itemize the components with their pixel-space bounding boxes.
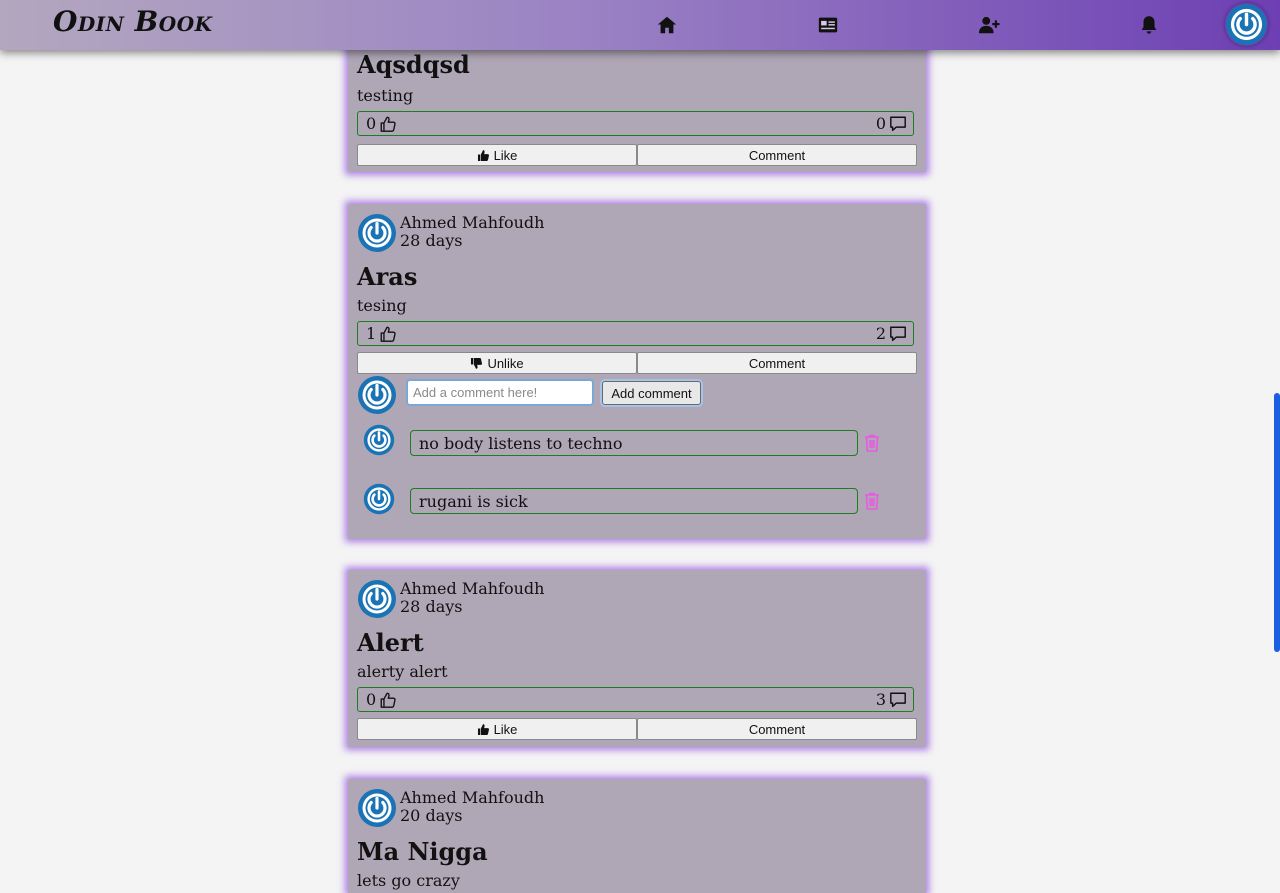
- author-avatar-power-icon[interactable]: [357, 213, 397, 253]
- post-stats: 0 3: [357, 687, 914, 712]
- like-button-label: Like: [493, 147, 518, 163]
- post-body: tesing: [357, 296, 407, 315]
- profile-avatar-power-icon[interactable]: [1225, 3, 1268, 46]
- trash-icon[interactable]: [864, 434, 880, 452]
- comment-item: rugani is sick: [348, 480, 926, 520]
- like-count: 0: [366, 114, 397, 133]
- trash-icon[interactable]: [864, 492, 880, 510]
- author-avatar-power-icon[interactable]: [357, 579, 397, 619]
- unlike-button[interactable]: Unlike: [357, 352, 637, 374]
- like-button[interactable]: Like: [357, 718, 637, 740]
- post-title: Aras: [357, 262, 418, 291]
- unlike-button-label: Unlike: [487, 355, 524, 371]
- like-count-value: 0: [366, 690, 377, 709]
- post-stats: 1 2: [357, 321, 914, 346]
- comment-button-label: Comment: [748, 355, 806, 371]
- comment-count-value: 3: [875, 690, 886, 709]
- comment-button[interactable]: Comment: [637, 144, 917, 166]
- comment-count-value: 2: [875, 324, 886, 343]
- post-actions: Unlike Comment: [357, 352, 917, 374]
- comment-count: 0: [876, 114, 907, 133]
- post-body: alerty alert: [357, 662, 448, 681]
- comment-composer: Add comment: [357, 374, 917, 414]
- like-button[interactable]: Like: [357, 144, 637, 166]
- author-name[interactable]: Ahmed Mahfoudh: [400, 788, 544, 807]
- top-navbar: Odin Book: [0, 0, 1280, 50]
- comment-text: rugani is sick: [410, 488, 858, 514]
- thumbs-up-outline-icon: [379, 325, 397, 343]
- post-time: 28 days: [400, 597, 463, 616]
- like-count: 1: [366, 324, 397, 343]
- comment-button-label: Comment: [748, 147, 806, 163]
- author-avatar-power-icon[interactable]: [357, 788, 397, 828]
- post-title: Alert: [357, 628, 424, 657]
- post-stats: 0 0: [357, 111, 914, 136]
- add-comment-button[interactable]: Add comment: [602, 381, 701, 405]
- comment-button[interactable]: Comment: [637, 352, 917, 374]
- comment-outline-icon: [889, 325, 907, 343]
- scrollbar-thumb[interactable]: [1274, 393, 1280, 652]
- comment-text: no body listens to techno: [410, 430, 858, 456]
- user-plus-icon[interactable]: [978, 14, 1000, 36]
- like-count: 0: [366, 690, 397, 709]
- comment-count-value: 0: [875, 114, 886, 133]
- post-title: Ma Nigga: [357, 837, 488, 866]
- thumbs-up-icon: [477, 149, 490, 162]
- post-card: Ahmed Mahfoudh 28 days Aras tesing 1 2 U…: [348, 204, 926, 539]
- post-body: testing: [357, 86, 414, 105]
- comment-item: no body listens to techno: [348, 422, 926, 462]
- post-actions: Like Comment: [357, 718, 917, 740]
- id-card-icon[interactable]: [817, 14, 839, 36]
- thumbs-up-icon: [477, 723, 490, 736]
- home-icon[interactable]: [656, 14, 678, 36]
- post-body: lets go crazy: [357, 871, 460, 890]
- author-name[interactable]: Ahmed Mahfoudh: [400, 213, 544, 232]
- comment-outline-icon: [889, 115, 907, 133]
- post-time: 28 days: [400, 231, 463, 250]
- thumbs-up-outline-icon: [379, 691, 397, 709]
- comment-input[interactable]: [406, 379, 594, 406]
- post-actions: Like Comment: [357, 144, 917, 166]
- comment-button[interactable]: Comment: [637, 718, 917, 740]
- like-button-label: Like: [493, 721, 518, 737]
- post-time: 20 days: [400, 806, 463, 825]
- author-name[interactable]: Ahmed Mahfoudh: [400, 579, 544, 598]
- like-count-value: 1: [366, 324, 377, 343]
- bell-icon[interactable]: [1138, 14, 1160, 36]
- post-title: Aqsdqsd: [357, 50, 470, 79]
- post-card: Ahmed Mahfoudh 20 days Ma Nigga lets go …: [348, 779, 926, 893]
- comment-avatar-power-icon[interactable]: [363, 424, 395, 456]
- comment-button-label: Comment: [748, 721, 806, 737]
- comment-count: 3: [876, 690, 907, 709]
- comment-outline-icon: [889, 691, 907, 709]
- thumbs-down-icon: [470, 357, 483, 370]
- thumbs-up-outline-icon: [379, 115, 397, 133]
- comment-avatar-power-icon[interactable]: [363, 483, 395, 515]
- commenter-avatar-power-icon: [357, 375, 397, 415]
- post-card: Ahmed Mahfoudh 28 days Alert alerty aler…: [348, 570, 926, 747]
- like-count-value: 0: [366, 114, 377, 133]
- comment-count: 2: [876, 324, 907, 343]
- app-logo[interactable]: Odin Book: [53, 5, 213, 38]
